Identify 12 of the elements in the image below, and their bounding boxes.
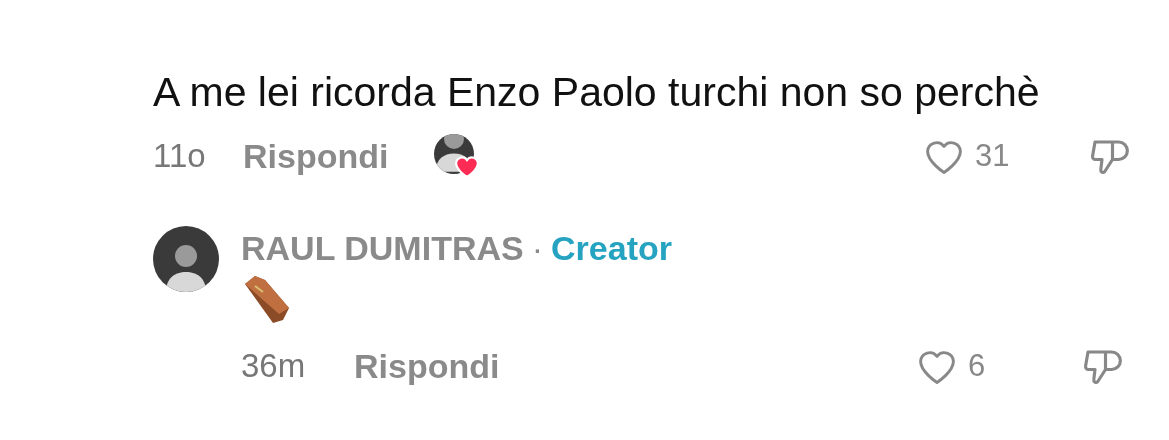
like-count: 6 bbox=[968, 348, 986, 384]
comment-time: 11o bbox=[153, 137, 207, 175]
like-button[interactable]: 6 bbox=[916, 347, 1081, 385]
like-button[interactable]: 31 bbox=[923, 137, 1088, 175]
comment-text: A me lei ricorda Enzo Paolo turchi non so perchè bbox=[153, 68, 1041, 116]
like-count: 31 bbox=[975, 138, 1010, 174]
reply-time: 36m bbox=[241, 347, 307, 385]
separator-dot: · bbox=[531, 228, 544, 268]
author-name: RAUL DUMITRAS bbox=[241, 228, 524, 268]
reply-button[interactable]: Rispondi bbox=[354, 346, 500, 386]
creator-label: Creator bbox=[551, 228, 672, 268]
reply-button[interactable]: Rispondi bbox=[243, 136, 389, 176]
